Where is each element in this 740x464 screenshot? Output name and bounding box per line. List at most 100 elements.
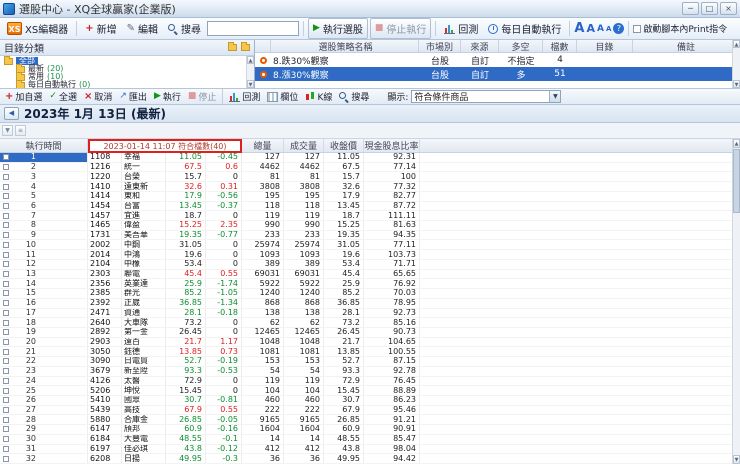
row-select-cell[interactable]: 17 <box>0 309 88 318</box>
row-checkbox[interactable] <box>3 164 9 170</box>
row-checkbox[interactable] <box>3 261 9 267</box>
row-checkbox[interactable] <box>3 426 9 432</box>
row-select-cell[interactable]: 30 <box>0 435 88 444</box>
stock-name[interactable]: 鈺德 <box>122 347 166 356</box>
grid-row[interactable]: 21216統一67.50.64462446267.577.14 <box>0 163 732 173</box>
close-button[interactable]: × <box>720 2 737 15</box>
grid-row[interactable]: 142356英業達25.9-1.745922592225.976.92 <box>0 279 732 289</box>
row-checkbox[interactable] <box>3 388 9 394</box>
search-results-button[interactable]: 搜尋 <box>336 89 372 104</box>
row-checkbox[interactable] <box>3 154 9 160</box>
stock-name[interactable]: 偉盈 <box>122 221 166 230</box>
grid-row[interactable]: 316197佳必琪43.8-0.1241241243.898.04 <box>0 445 732 455</box>
row-checkbox[interactable] <box>3 378 9 384</box>
grid-row[interactable]: 244126太醫72.9011911972.976.45 <box>0 377 732 387</box>
column-header-traded-volume[interactable]: 成交量 <box>284 139 324 152</box>
grid-row[interactable]: 255206坤悅15.45010410415.4588.89 <box>0 386 732 396</box>
strategy-row[interactable]: 8.漲30%觀察台股自訂多51 <box>255 67 740 81</box>
row-checkbox[interactable] <box>3 232 9 238</box>
grid-row[interactable]: 326208日揚49.95-0.3363649.9594.42 <box>0 454 732 464</box>
cancel-button[interactable]: 取消 <box>81 89 115 104</box>
grid-row[interactable]: 122104中橡53.4038938953.471.71 <box>0 260 732 270</box>
stock-name[interactable]: 大豐電 <box>122 435 166 444</box>
stock-name[interactable]: 遠百 <box>122 338 166 347</box>
row-checkbox[interactable] <box>3 446 9 452</box>
stop-run-button[interactable]: 停止執行 <box>370 18 432 39</box>
grid-row[interactable]: 275439高技67.90.5522222267.995.46 <box>0 406 732 416</box>
stock-name[interactable]: 資通 <box>122 309 166 318</box>
stock-name[interactable]: 美吾華 <box>122 231 166 240</box>
stock-name[interactable]: 中鴻 <box>122 250 166 259</box>
column-header-close[interactable]: 收盤價 <box>324 139 364 152</box>
add-watchlist-button[interactable]: 加自選 <box>2 89 45 104</box>
maximize-button[interactable]: □ <box>701 2 718 15</box>
row-select-cell[interactable]: 13 <box>0 270 88 279</box>
scroll-up-icon[interactable]: ▲ <box>733 139 740 148</box>
row-select-cell[interactable]: 6 <box>0 202 88 211</box>
row-select-cell[interactable]: 16 <box>0 299 88 308</box>
previous-date-button[interactable]: ◀ <box>4 107 19 120</box>
row-checkbox[interactable] <box>3 368 9 374</box>
row-select-cell[interactable]: 4 <box>0 182 88 191</box>
row-select-cell[interactable]: 19 <box>0 328 88 337</box>
column-header-market[interactable]: 市場別 <box>419 40 461 52</box>
run-screen-button[interactable]: 執行選股 <box>308 18 368 39</box>
row-checkbox[interactable] <box>3 320 9 326</box>
column-header-dividend-ratio[interactable]: 現金股息比率 <box>364 139 420 152</box>
grid-row[interactable]: 202903遠百21.71.171048104821.7104.65 <box>0 338 732 348</box>
stock-name[interactable]: 中橡 <box>122 260 166 269</box>
stock-name[interactable]: 台榮 <box>122 172 166 181</box>
stock-name[interactable]: 聯電 <box>122 270 166 279</box>
row-select-cell[interactable]: 31 <box>0 445 88 454</box>
grid-row[interactable]: 61454台富13.45-0.3711811813.4587.72 <box>0 202 732 212</box>
stock-name[interactable]: 群光 <box>122 289 166 298</box>
grid-row[interactable]: 51414東和17.9-0.5619519517.982.77 <box>0 192 732 202</box>
row-select-cell[interactable]: 7 <box>0 211 88 220</box>
stock-name[interactable]: 太醫 <box>122 377 166 386</box>
row-select-cell[interactable]: 5 <box>0 192 88 201</box>
grid-row[interactable]: 265410國眾30.7-0.8146046030.786.23 <box>0 396 732 406</box>
stock-name[interactable]: 大車隊 <box>122 318 166 327</box>
font-size-small-button[interactable]: A <box>597 24 604 34</box>
grid-row[interactable]: 112014中鴻19.601093109319.6103.73 <box>0 250 732 260</box>
row-checkbox[interactable] <box>3 358 9 364</box>
kline-button[interactable]: K線 <box>302 89 335 104</box>
row-checkbox[interactable] <box>3 271 9 277</box>
grid-row[interactable]: 152385群光85.2-1.051240124085.270.03 <box>0 289 732 299</box>
stock-name[interactable]: 東和 <box>122 192 166 201</box>
scroll-up-icon[interactable]: ▲ <box>247 56 254 64</box>
row-select-cell[interactable]: 18 <box>0 318 88 327</box>
stock-name[interactable]: 合庫金 <box>122 415 166 424</box>
row-select-cell[interactable]: 2 <box>0 163 88 172</box>
stock-name[interactable]: 遠東新 <box>122 182 166 191</box>
row-select-cell[interactable]: 27 <box>0 406 88 415</box>
font-size-tiny-button[interactable]: A <box>606 25 611 33</box>
column-header-note[interactable]: 備註 <box>633 40 740 52</box>
row-select-cell[interactable]: 26 <box>0 396 88 405</box>
new-button[interactable]: 新增 <box>81 19 120 38</box>
row-select-cell[interactable]: 32 <box>0 454 88 463</box>
row-checkbox[interactable] <box>3 300 9 306</box>
strategy-row[interactable]: 8.跌30%觀察台股自訂不指定4 <box>255 53 740 67</box>
grid-row[interactable]: 41410遠東新32.60.313808380832.677.32 <box>0 182 732 192</box>
grid-row[interactable]: 102002中鋼31.050259742597431.0577.11 <box>0 240 732 250</box>
stock-name[interactable]: 正崴 <box>122 299 166 308</box>
stock-name[interactable]: 頎邦 <box>122 425 166 434</box>
grid-row[interactable]: 91731美吾華19.35-0.7723323319.3594.35 <box>0 231 732 241</box>
stock-name[interactable]: 坤悅 <box>122 386 166 395</box>
row-select-cell[interactable]: 12 <box>0 260 88 269</box>
stock-name[interactable]: 宜進 <box>122 211 166 220</box>
edit-button[interactable]: 編輯 <box>123 19 162 38</box>
row-checkbox[interactable] <box>3 290 9 296</box>
row-checkbox[interactable] <box>3 436 9 442</box>
grid-scrollbar[interactable]: ▲ ▼ <box>732 139 740 464</box>
grid-row[interactable]: 31220台榮15.70818115.7100 <box>0 172 732 182</box>
grid-row[interactable]: 172471資通28.1-0.1813813828.192.73 <box>0 309 732 319</box>
row-checkbox[interactable] <box>3 407 9 413</box>
grid-row[interactable]: 132303聯電45.40.55690316903145.465.65 <box>0 270 732 280</box>
search-button[interactable]: 搜尋 <box>164 19 205 38</box>
grid-row[interactable]: 81465偉盈15.252.3599099015.2581.63 <box>0 221 732 231</box>
backtest-button[interactable]: 回測 <box>440 19 482 38</box>
stock-name[interactable]: 佳必琪 <box>122 445 166 454</box>
scroll-down-icon[interactable]: ▼ <box>733 80 740 88</box>
